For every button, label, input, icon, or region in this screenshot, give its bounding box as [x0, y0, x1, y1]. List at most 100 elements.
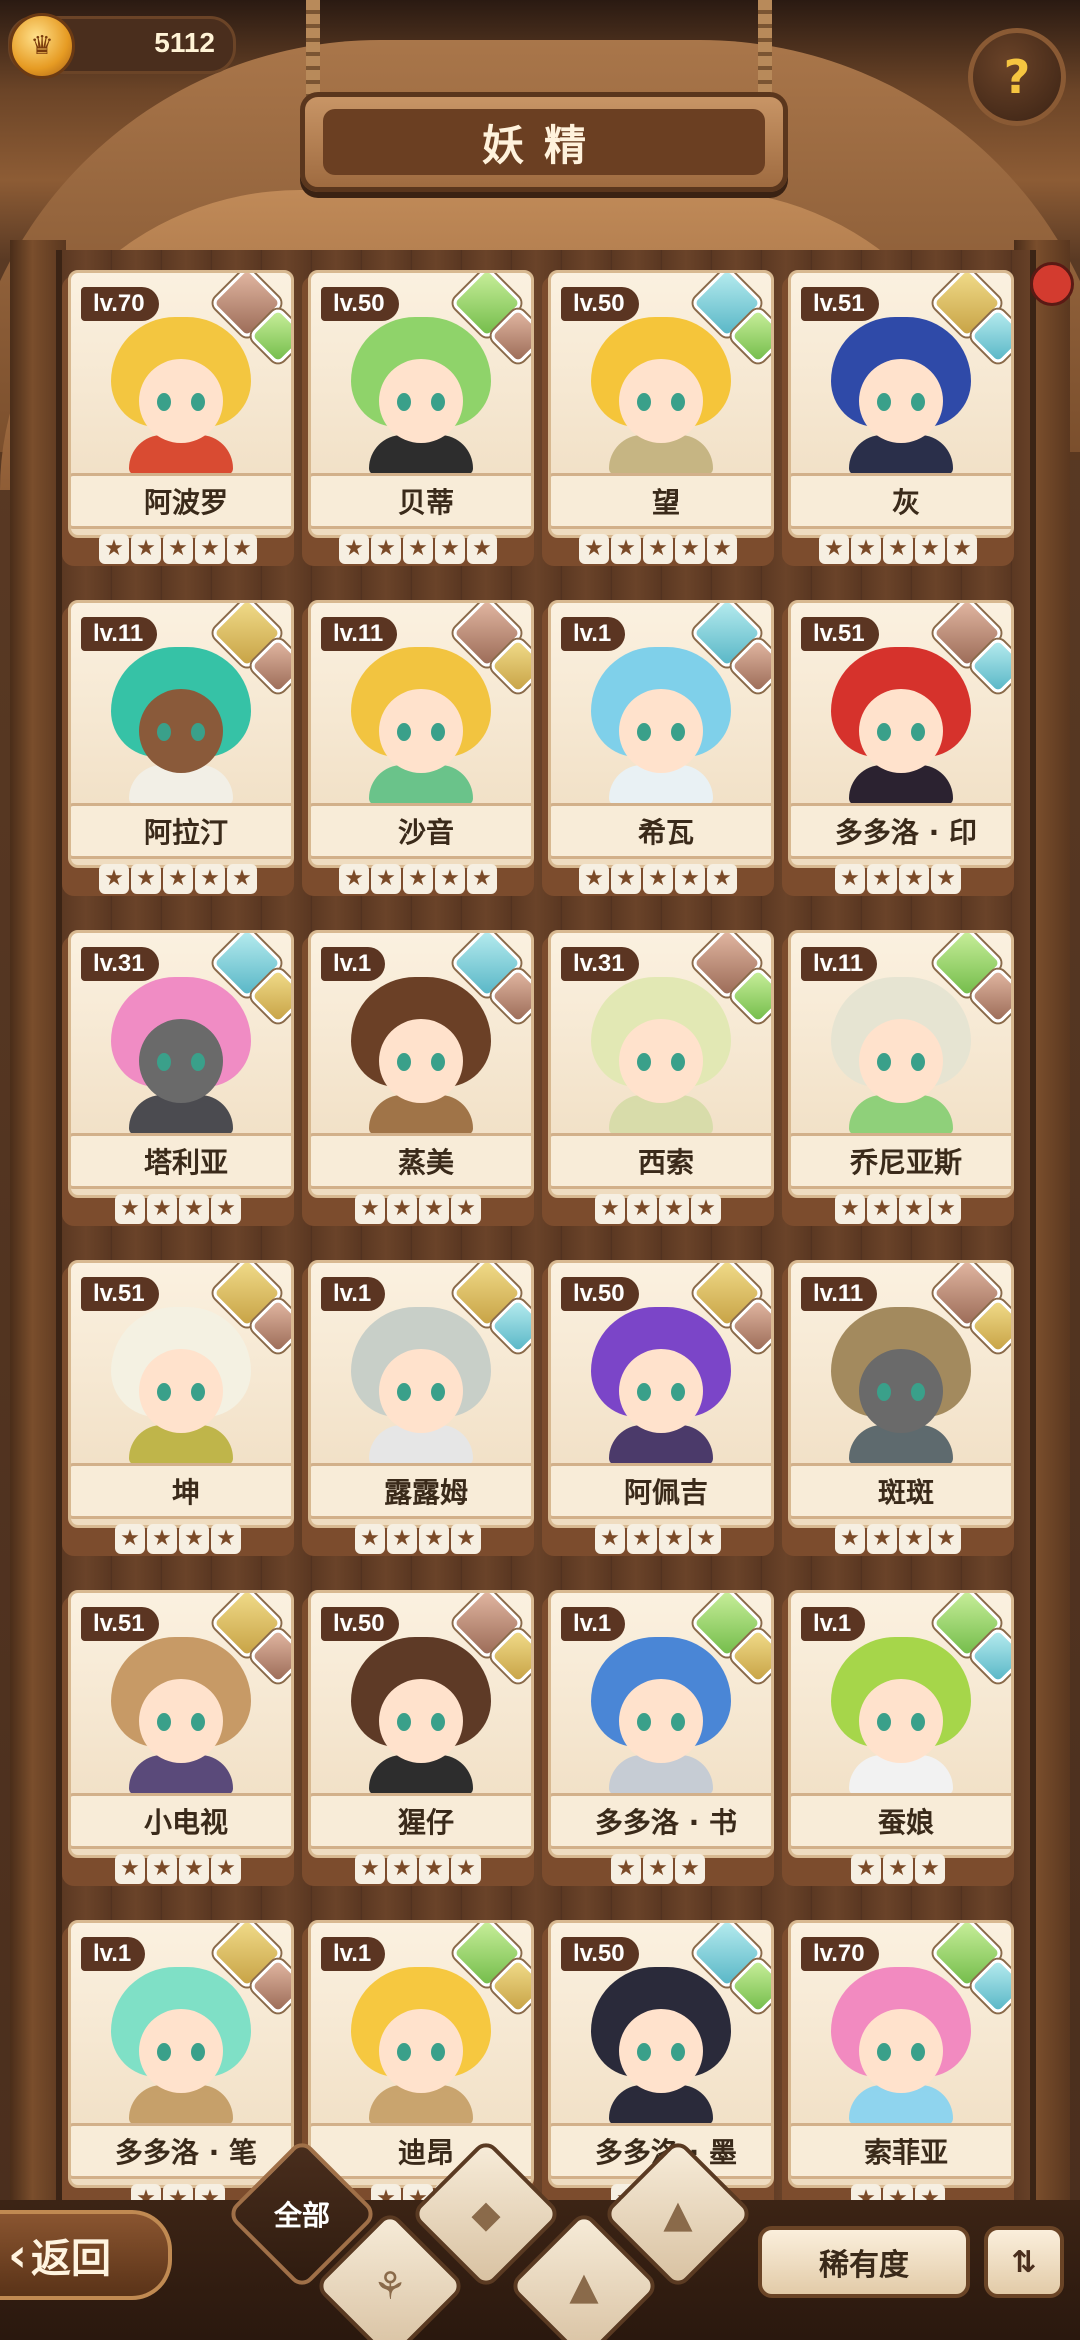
card-paper: lv.51 多多洛 · 印 [788, 600, 1014, 868]
level-badge: lv.51 [81, 1277, 159, 1311]
star-icon: ★ [163, 864, 193, 894]
star-rating: ★ ★ ★ ★ ★ [782, 534, 1014, 566]
crown-coin-icon: ♛ [9, 13, 75, 79]
fairy-card[interactable]: lv.70 索菲亚 ★ ★ ★ [782, 1920, 1014, 2216]
fairy-name: 多多洛 · 书 [551, 1793, 771, 1849]
star-icon: ★ [435, 864, 465, 894]
fairy-card[interactable]: lv.51 灰 ★ ★ ★ ★ ★ [782, 270, 1014, 566]
fairy-card[interactable]: lv.51 小电视 ★ ★ ★ ★ [62, 1590, 294, 1886]
level-badge: lv.11 [81, 617, 158, 651]
fairy-name: 阿波罗 [71, 473, 291, 529]
sort-order-button[interactable]: ⇅ [984, 2226, 1064, 2298]
fairy-card[interactable]: lv.1 多多洛 · 书 ★ ★ ★ [542, 1590, 774, 1886]
star-icon: ★ [659, 1524, 689, 1554]
star-icon: ★ [147, 1524, 177, 1554]
fairy-name: 望 [551, 473, 771, 529]
star-rating: ★ ★ ★ ★ ★ [62, 534, 294, 566]
fairy-card[interactable]: lv.1 蚕娘 ★ ★ ★ [782, 1590, 1014, 1886]
star-icon: ★ [611, 534, 641, 564]
level-badge: lv.1 [561, 617, 626, 651]
fairy-name: 西索 [551, 1133, 771, 1189]
help-button[interactable]: ? [968, 28, 1066, 126]
star-icon: ★ [659, 1194, 689, 1224]
star-rating: ★ ★ ★ ★ [782, 864, 1014, 896]
star-icon: ★ [611, 1854, 641, 1884]
fairy-card[interactable]: lv.1 露露姆 ★ ★ ★ ★ [302, 1260, 534, 1556]
star-icon: ★ [163, 534, 193, 564]
fairy-card[interactable]: lv.11 沙音 ★ ★ ★ ★ ★ [302, 600, 534, 896]
star-icon: ★ [947, 534, 977, 564]
card-paper: lv.1 蒸美 [308, 930, 534, 1198]
fairy-card[interactable]: lv.11 乔尼亚斯 ★ ★ ★ ★ [782, 930, 1014, 1226]
fairy-portrait [581, 309, 741, 475]
level-badge: lv.50 [321, 1607, 399, 1641]
star-icon: ★ [851, 534, 881, 564]
star-icon: ★ [451, 1194, 481, 1224]
star-icon: ★ [403, 864, 433, 894]
star-icon: ★ [931, 864, 961, 894]
fairy-card[interactable]: lv.1 希瓦 ★ ★ ★ ★ ★ [542, 600, 774, 896]
star-icon: ★ [595, 1524, 625, 1554]
star-icon: ★ [115, 1854, 145, 1884]
fairy-card[interactable]: lv.50 望 ★ ★ ★ ★ ★ [542, 270, 774, 566]
fairy-name: 阿拉汀 [71, 803, 291, 859]
fairy-portrait [101, 309, 261, 475]
star-icon: ★ [387, 1194, 417, 1224]
back-button[interactable]: ‹ 返回 [0, 2210, 172, 2300]
fairy-name: 露露姆 [311, 1463, 531, 1519]
fairy-card[interactable]: lv.31 塔利亚 ★ ★ ★ ★ [62, 930, 294, 1226]
level-badge: lv.1 [321, 1937, 386, 1971]
star-icon: ★ [915, 534, 945, 564]
fairy-portrait [821, 1959, 981, 2125]
level-badge: lv.51 [801, 287, 879, 321]
star-icon: ★ [371, 534, 401, 564]
fairy-card[interactable]: lv.51 坤 ★ ★ ★ ★ [62, 1260, 294, 1556]
rarity-sort-button[interactable]: 稀有度 [758, 2226, 970, 2298]
fairy-card[interactable]: lv.50 猩仔 ★ ★ ★ ★ [302, 1590, 534, 1886]
star-rating: ★ ★ ★ ★ [62, 1524, 294, 1556]
star-icon: ★ [227, 864, 257, 894]
coin-value: 5112 [154, 27, 215, 58]
fairy-portrait [821, 639, 981, 805]
fairy-card[interactable]: lv.1 蒸美 ★ ★ ★ ★ [302, 930, 534, 1226]
card-paper: lv.1 多多洛 · 笔 [68, 1920, 294, 2188]
fairy-name: 阿佩吉 [551, 1463, 771, 1519]
star-icon: ★ [899, 864, 929, 894]
star-icon: ★ [691, 1524, 721, 1554]
fairy-name: 希瓦 [551, 803, 771, 859]
fairy-card[interactable]: lv.50 贝蒂 ★ ★ ★ ★ ★ [302, 270, 534, 566]
card-paper: lv.11 斑斑 [788, 1260, 1014, 1528]
star-icon: ★ [579, 864, 609, 894]
level-badge: lv.50 [561, 1277, 639, 1311]
fairy-name: 灰 [791, 473, 1011, 529]
star-icon: ★ [467, 534, 497, 564]
star-icon: ★ [115, 1524, 145, 1554]
star-rating: ★ ★ ★ ★ [782, 1194, 1014, 1226]
level-badge: lv.50 [561, 287, 639, 321]
fairy-card[interactable]: lv.50 阿佩吉 ★ ★ ★ ★ [542, 1260, 774, 1556]
fairy-card[interactable]: lv.51 多多洛 · 印 ★ ★ ★ ★ [782, 600, 1014, 896]
star-rating: ★ ★ ★ ★ ★ [62, 864, 294, 896]
fairy-portrait [821, 309, 981, 475]
fairy-name: 坤 [71, 1463, 291, 1519]
star-icon: ★ [419, 1854, 449, 1884]
fairy-card[interactable]: lv.11 斑斑 ★ ★ ★ ★ [782, 1260, 1014, 1556]
fairy-portrait [101, 969, 261, 1135]
star-icon: ★ [339, 534, 369, 564]
card-paper: lv.70 阿波罗 [68, 270, 294, 538]
star-icon: ★ [179, 1194, 209, 1224]
fairy-card[interactable]: lv.70 阿波罗 ★ ★ ★ ★ ★ [62, 270, 294, 566]
level-badge: lv.11 [801, 1277, 878, 1311]
star-icon: ★ [387, 1524, 417, 1554]
fairy-name: 沙音 [311, 803, 531, 859]
star-icon: ★ [451, 1524, 481, 1554]
star-icon: ★ [707, 534, 737, 564]
star-icon: ★ [211, 1194, 241, 1224]
card-paper: lv.50 多多洛 · 墨 [548, 1920, 774, 2188]
star-icon: ★ [179, 1524, 209, 1554]
back-label: 返回 [30, 2236, 111, 2282]
fairy-card[interactable]: lv.11 阿拉汀 ★ ★ ★ ★ ★ [62, 600, 294, 896]
star-icon: ★ [931, 1194, 961, 1224]
fairy-portrait [341, 1299, 501, 1465]
fairy-card[interactable]: lv.31 西索 ★ ★ ★ ★ [542, 930, 774, 1226]
